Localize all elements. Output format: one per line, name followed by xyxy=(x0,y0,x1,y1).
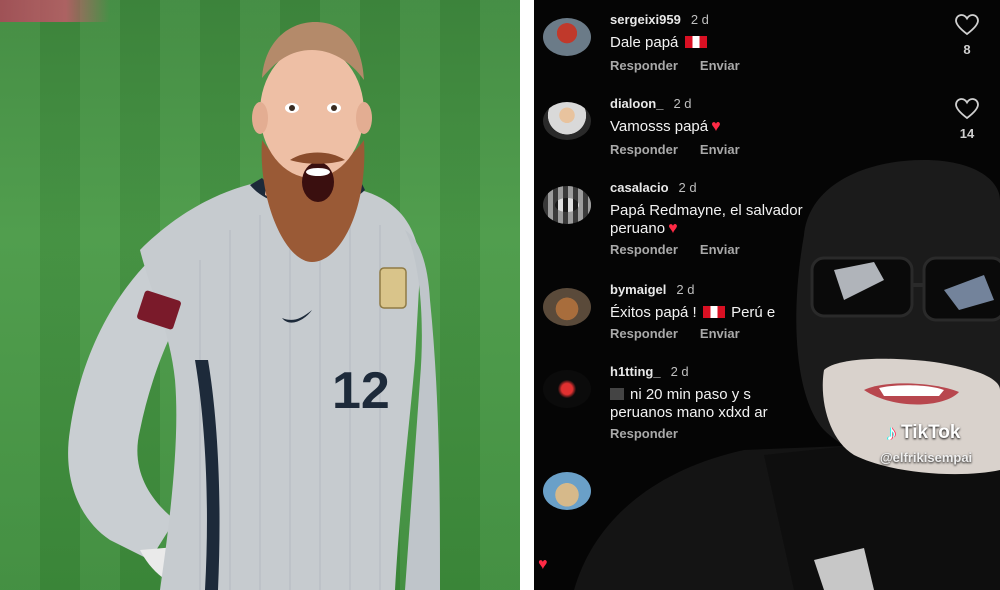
tiktok-comments-panel: sergeixi959 2 d Dale papá Responder Enviar… xyxy=(534,0,1000,590)
panel-divider xyxy=(520,0,534,590)
tiktok-handle: @elfrikisempai xyxy=(880,450,973,465)
goalkeeper-photo: 12 xyxy=(0,0,520,590)
tiktok-watermark: ♪ TikTok xyxy=(886,420,961,445)
jersey-number: 12 xyxy=(332,362,390,420)
goalkeeper-illustration: 12 xyxy=(68,22,440,590)
masked-person-overlay xyxy=(574,160,1000,590)
tiktok-logo-icon: ♪ xyxy=(886,420,897,445)
